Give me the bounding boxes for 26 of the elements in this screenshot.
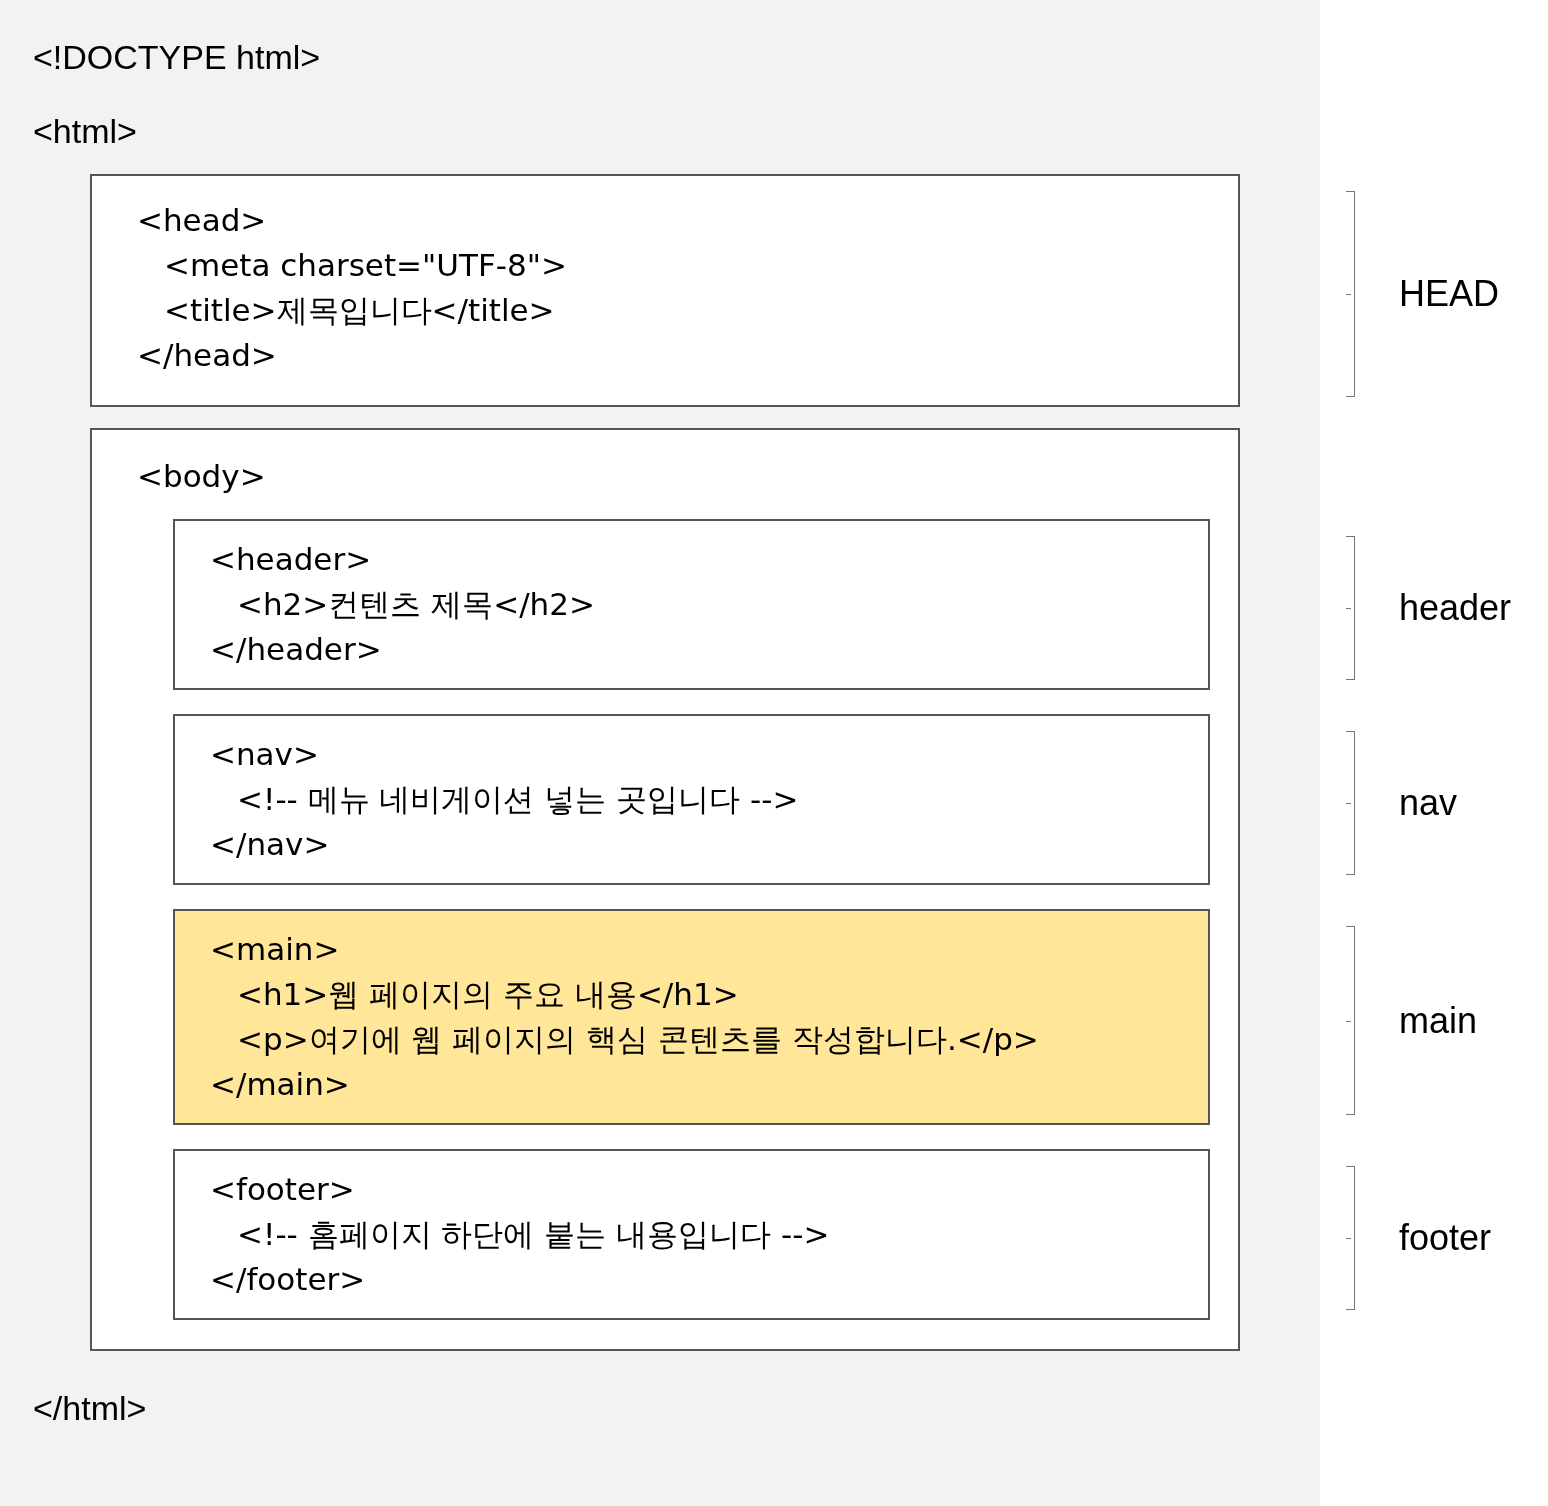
code-line: <!-- 홈페이지 하단에 붙는 내용입니다 --> xyxy=(237,1215,830,1254)
code-line: </footer> xyxy=(210,1260,366,1299)
code-line: <!DOCTYPE html> xyxy=(33,37,321,78)
code-line: </html> xyxy=(33,1388,147,1429)
code-line: <header> xyxy=(210,540,372,579)
code-line: <p>여기에 웹 페이지의 핵심 콘텐츠를 작성합니다.</p> xyxy=(237,1020,1039,1059)
code-line: <footer> xyxy=(210,1170,355,1209)
section-label: nav xyxy=(1399,782,1458,824)
code-line: <!-- 메뉴 네비게이션 넣는 곳입니다 --> xyxy=(237,780,799,819)
code-line: </head> xyxy=(137,336,277,375)
code-line: </main> xyxy=(210,1065,350,1104)
code-line: <title>제목입니다</title> xyxy=(164,291,555,330)
code-line: <main> xyxy=(210,930,340,969)
section-label: HEAD xyxy=(1399,273,1500,315)
section-label: footer xyxy=(1399,1217,1492,1259)
code-line: <html> xyxy=(33,111,137,152)
code-line: <body> xyxy=(137,457,266,496)
code-line: <h2>컨텐츠 제목</h2> xyxy=(237,585,595,624)
code-line: <nav> xyxy=(210,735,319,774)
section-label: main xyxy=(1399,999,1478,1042)
code-line: <meta charset="UTF-8"> xyxy=(164,246,567,285)
code-line: <head> xyxy=(137,201,267,240)
code-line: <h1>웹 페이지의 주요 내용</h1> xyxy=(237,975,739,1014)
code-line: </nav> xyxy=(210,825,330,864)
code-line: </header> xyxy=(210,630,382,669)
section-label: header xyxy=(1399,587,1512,629)
